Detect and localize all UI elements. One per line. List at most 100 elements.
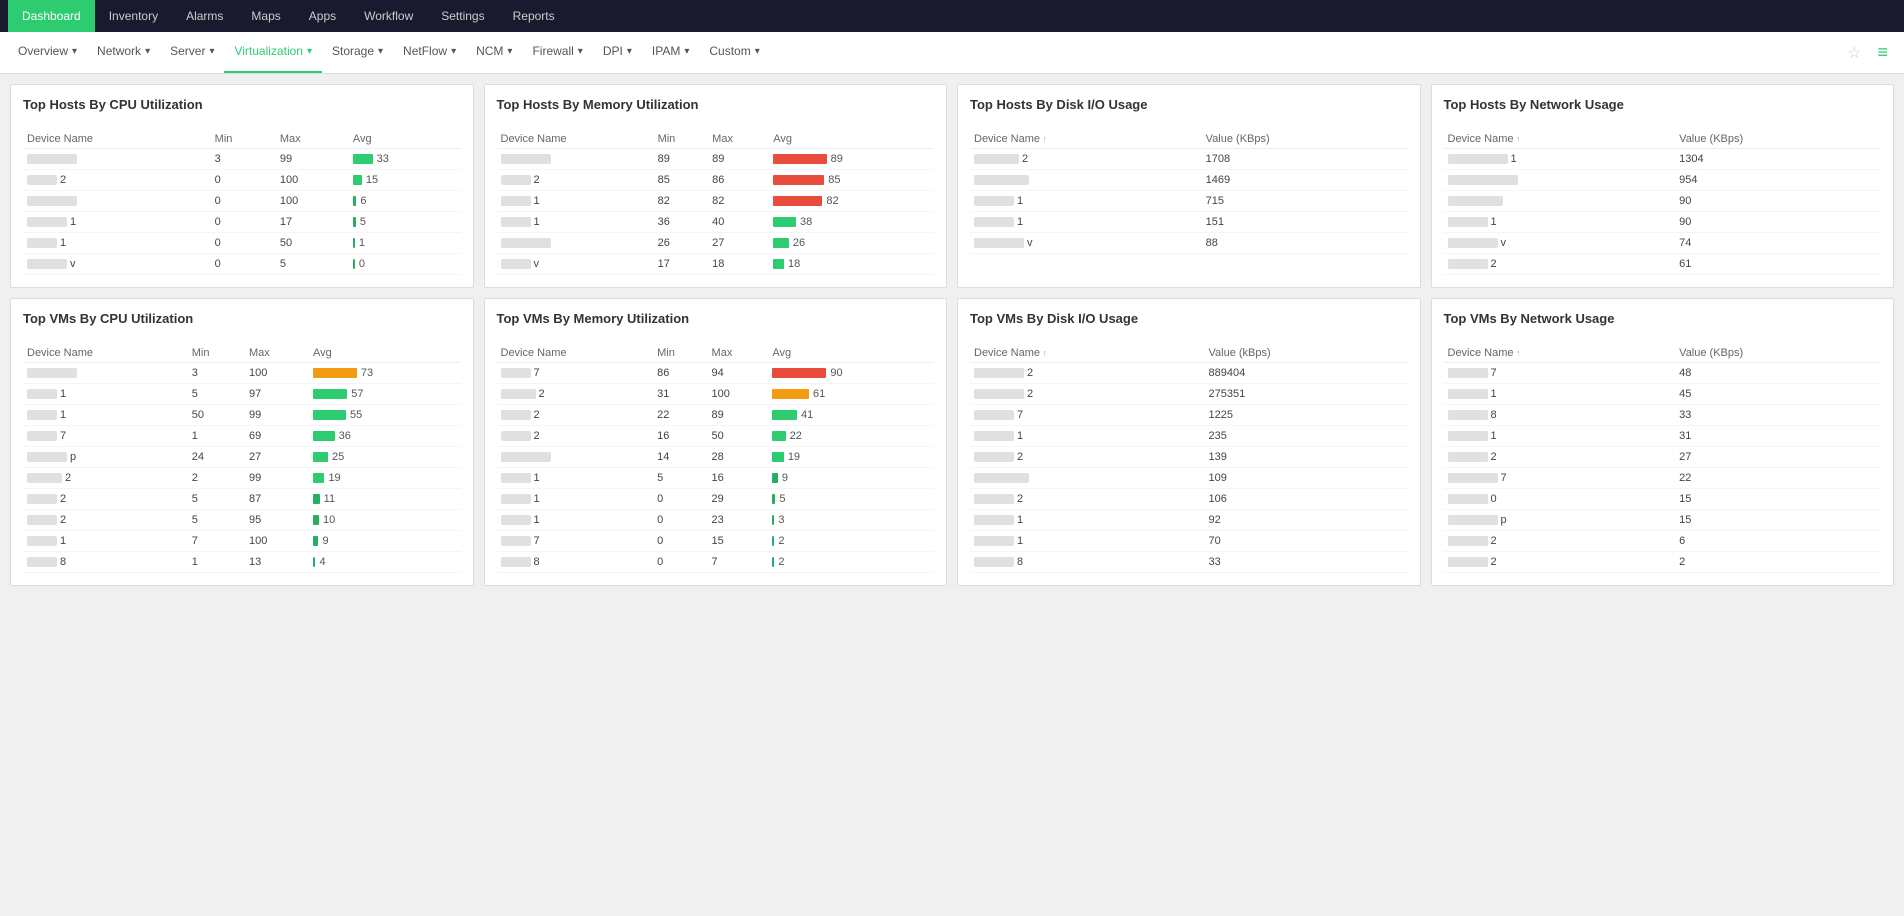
nav-workflow[interactable]: Workflow [350,0,427,32]
device-name-cell[interactable] [970,170,1202,191]
device-name-cell[interactable]: 2 [970,149,1202,170]
th-device[interactable]: Device Name [1444,130,1676,149]
device-name-cell[interactable]: v [497,254,654,275]
th-avg: Avg [349,130,461,149]
device-name-cell[interactable]: 1 [23,531,188,552]
device-name-cell[interactable]: 7 [1444,468,1676,489]
device-name-cell[interactable]: 7 [970,405,1205,426]
device-name-cell[interactable]: 1 [23,384,188,405]
device-name-cell[interactable]: 2 [1444,552,1676,573]
device-name-cell[interactable]: 8 [23,552,188,573]
device-name-cell[interactable]: v [23,254,211,275]
device-name-cell[interactable]: 8 [970,552,1205,573]
device-name-cell[interactable]: 2 [497,426,654,447]
device-name-cell[interactable]: 1 [1444,149,1676,170]
device-name-cell[interactable]: 0 [1444,489,1676,510]
device-name-cell[interactable]: p [23,447,188,468]
nav-settings[interactable]: Settings [427,0,498,32]
device-name-cell[interactable]: 2 [497,384,654,405]
device-name-cell[interactable]: 2 [23,489,188,510]
device-name-cell[interactable]: 1 [23,212,211,233]
subnav-overview[interactable]: Overview ▾ [8,32,87,74]
device-name-cell[interactable]: 1 [1444,426,1676,447]
device-name-cell[interactable] [1444,191,1676,212]
device-name-cell[interactable]: 7 [1444,363,1676,384]
device-name-cell[interactable]: 1 [497,191,654,212]
chevron-down-icon: ▾ [378,46,383,57]
max-value: 28 [708,447,769,468]
nav-apps[interactable]: Apps [295,0,350,32]
device-name-cell[interactable]: 8 [1444,405,1676,426]
device-name-cell[interactable]: 2 [970,384,1205,405]
device-name-cell[interactable]: 1 [1444,384,1676,405]
device-name-cell[interactable]: 1 [23,233,211,254]
device-name-cell[interactable]: 1 [970,510,1205,531]
device-name-cell[interactable]: 2 [970,489,1205,510]
device-name-cell[interactable]: 2 [497,405,654,426]
table-row: 2010015 [23,170,461,191]
device-name-cell[interactable]: 7 [23,426,188,447]
th-device[interactable]: Device Name [970,130,1202,149]
device-name-cell[interactable] [23,149,211,170]
avg-value: 25 [309,447,460,468]
subnav-storage[interactable]: Storage ▾ [322,32,393,74]
nav-inventory[interactable]: Inventory [95,0,172,32]
device-name-cell[interactable]: 2 [23,468,188,489]
nav-alarms[interactable]: Alarms [172,0,237,32]
subnav-server[interactable]: Server ▾ [160,32,224,74]
device-name-cell[interactable]: p [1444,510,1676,531]
subnav-dpi[interactable]: DPI ▾ [593,32,642,74]
nav-maps[interactable]: Maps [237,0,294,32]
device-name-cell[interactable]: 1 [497,510,654,531]
th-device[interactable]: Device Name [970,344,1205,363]
device-name-cell[interactable]: 2 [1444,447,1676,468]
subnav-virtualization[interactable]: Virtualization ▾ [224,32,322,74]
device-name-cell[interactable]: 2 [23,170,211,191]
device-name-cell[interactable] [23,191,211,212]
device-name-cell[interactable]: 1 [970,212,1202,233]
device-name-cell[interactable]: 2 [497,170,654,191]
device-name-cell[interactable]: v [1444,233,1676,254]
subnav-custom[interactable]: Custom ▾ [699,32,769,74]
device-name-cell[interactable] [1444,170,1676,191]
table-row: 2858685 [497,170,935,191]
table-row: 1151 [970,212,1408,233]
device-name-cell[interactable]: 7 [497,363,654,384]
subnav-netflow[interactable]: NetFlow ▾ [393,32,466,74]
device-name-cell[interactable]: 2 [23,510,188,531]
subnav-ncm[interactable]: NCM ▾ [466,32,522,74]
subnav-network[interactable]: Network ▾ [87,32,160,74]
device-name-cell[interactable]: 1 [1444,212,1676,233]
device-name-cell[interactable]: 1 [23,405,188,426]
value-cell: 954 [1675,170,1881,191]
device-name-cell[interactable]: 1 [970,191,1202,212]
device-name-cell[interactable]: 8 [497,552,654,573]
avg-value: 10 [309,510,460,531]
device-name-cell[interactable] [970,468,1205,489]
subnav-firewall[interactable]: Firewall ▾ [522,32,592,74]
table-row: 1469 [970,170,1408,191]
nav-reports[interactable]: Reports [499,0,569,32]
subnav-ipam[interactable]: IPAM ▾ [642,32,699,74]
device-name-cell[interactable]: 2 [1444,531,1676,552]
device-name-cell[interactable]: 1 [497,489,654,510]
device-name-cell[interactable] [497,149,654,170]
menu-icon[interactable]: ≡ [1869,42,1896,63]
device-name-cell[interactable] [497,233,654,254]
device-name-cell[interactable]: 2 [970,363,1205,384]
star-icon[interactable]: ☆ [1839,43,1869,63]
device-name-cell[interactable]: 7 [497,531,654,552]
device-name-cell[interactable] [23,363,188,384]
th-device[interactable]: Device Name [1444,344,1676,363]
nav-dashboard[interactable]: Dashboard [8,0,95,32]
device-name-cell[interactable] [497,447,654,468]
device-name-cell[interactable]: 1 [970,531,1205,552]
device-name-cell[interactable]: v [970,233,1202,254]
device-name-cell[interactable]: 1 [970,426,1205,447]
device-name-cell[interactable]: 2 [1444,254,1676,275]
device-name-cell[interactable]: 2 [970,447,1205,468]
device-name-cell[interactable]: 1 [497,468,654,489]
table-row: 192 [970,510,1408,531]
device-name-cell[interactable]: 1 [497,212,654,233]
diskio-table: Device Name Value (KBps) 217081469 1715 … [970,130,1408,254]
